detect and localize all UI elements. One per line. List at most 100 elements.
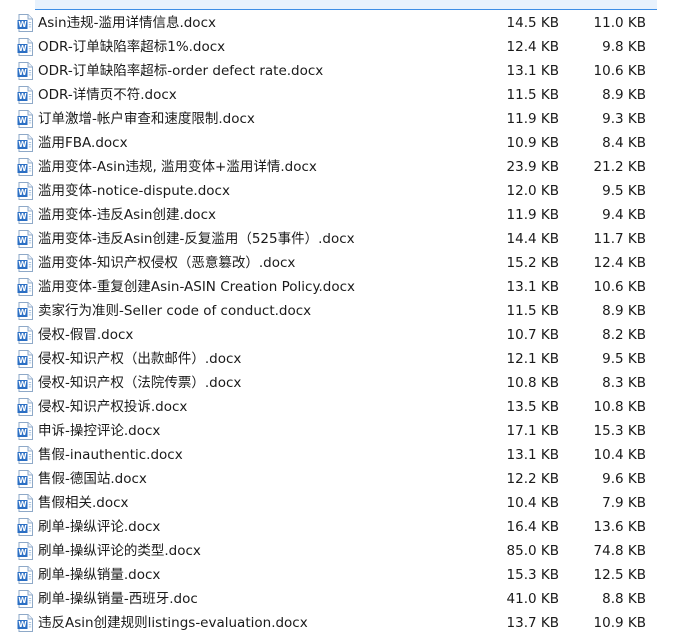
file-row[interactable]: W 侵权-知识产权（出款邮件）.docx 12.1 KB 9.5 KB	[0, 347, 682, 371]
svg-text:W: W	[18, 452, 27, 461]
file-row[interactable]: W 刷单-操纵评论.docx 16.4 KB 13.6 KB	[0, 515, 682, 539]
word-document-icon: W	[17, 494, 33, 512]
file-size: 15.2 KB	[506, 255, 559, 271]
svg-text:W: W	[18, 212, 27, 221]
compressed-size: 7.9 KB	[602, 495, 646, 511]
file-row[interactable]: W 滥用变体-知识产权侵权（恶意篡改）.docx 15.2 KB 12.4 KB	[0, 251, 682, 275]
word-document-icon: W	[17, 350, 33, 368]
word-document-icon: W	[17, 398, 33, 416]
file-size: 14.5 KB	[506, 15, 559, 31]
word-document-icon: W	[17, 110, 33, 128]
compressed-size: 9.5 KB	[602, 351, 646, 367]
compressed-size: 12.5 KB	[593, 567, 646, 583]
file-row[interactable]: W 售假-德国站.docx 12.2 KB 9.6 KB	[0, 467, 682, 491]
file-name: 刷单-操纵评论.docx	[38, 519, 161, 535]
compressed-size: 21.2 KB	[593, 159, 646, 175]
compressed-size: 11.0 KB	[593, 15, 646, 31]
compressed-size: 8.3 KB	[602, 375, 646, 391]
compressed-size: 10.9 KB	[593, 615, 646, 631]
file-row[interactable]: W 刷单-操纵销量-西班牙.doc 41.0 KB 8.8 KB	[0, 587, 682, 611]
file-size: 11.5 KB	[506, 303, 559, 319]
compressed-size: 9.6 KB	[602, 471, 646, 487]
file-row[interactable]: W 侵权-知识产权投诉.docx 13.5 KB 10.8 KB	[0, 395, 682, 419]
svg-text:W: W	[18, 44, 27, 53]
file-row[interactable]: W 违反Asin创建规则listings-evaluation.docx 13.…	[0, 611, 682, 635]
file-size: 13.1 KB	[506, 63, 559, 79]
file-row[interactable]: W 卖家行为准则-Seller code of conduct.docx 11.…	[0, 299, 682, 323]
file-size: 13.1 KB	[506, 447, 559, 463]
svg-text:W: W	[18, 284, 27, 293]
file-size: 13.1 KB	[506, 279, 559, 295]
file-name: 售假相关.docx	[38, 495, 129, 511]
file-size: 15.3 KB	[506, 567, 559, 583]
file-row[interactable]: W 滥用变体-违反Asin创建-反复滥用（525事件）.docx 14.4 KB…	[0, 227, 682, 251]
svg-text:W: W	[18, 260, 27, 269]
file-row[interactable]: W 侵权-假冒.docx 10.7 KB 8.2 KB	[0, 323, 682, 347]
svg-text:W: W	[18, 236, 27, 245]
file-row[interactable]: W 申诉-操控评论.docx 17.1 KB 15.3 KB	[0, 419, 682, 443]
file-size: 11.9 KB	[506, 111, 559, 127]
file-name: Asin违规-滥用详情信息.docx	[38, 15, 216, 31]
word-document-icon: W	[17, 446, 33, 464]
file-name: 侵权-知识产权（出款邮件）.docx	[38, 351, 242, 367]
word-document-icon: W	[17, 134, 33, 152]
file-name: 违反Asin创建规则listings-evaluation.docx	[38, 615, 308, 631]
file-row[interactable]: W 滥用变体-重复创建Asin-ASIN Creation Policy.doc…	[0, 275, 682, 299]
svg-text:W: W	[18, 476, 27, 485]
file-row[interactable]: W 侵权-知识产权（法院传票）.docx 10.8 KB 8.3 KB	[0, 371, 682, 395]
selected-row-edge	[35, 0, 657, 10]
file-list: W Asin违规-滥用详情信息.docx 14.5 KB 11.0 KB W O…	[0, 0, 682, 635]
file-row[interactable]: W 滥用FBA.docx 10.9 KB 8.4 KB	[0, 131, 682, 155]
compressed-size: 12.4 KB	[593, 255, 646, 271]
svg-text:W: W	[18, 380, 27, 389]
word-document-icon: W	[17, 302, 33, 320]
word-document-icon: W	[17, 62, 33, 80]
file-row[interactable]: W ODR-订单缺陷率超标1%.docx 12.4 KB 9.8 KB	[0, 35, 682, 59]
compressed-size: 74.8 KB	[593, 543, 646, 559]
word-document-icon: W	[17, 38, 33, 56]
file-size: 10.4 KB	[506, 495, 559, 511]
file-name: 滥用变体-违反Asin创建.docx	[38, 207, 216, 223]
word-document-icon: W	[17, 182, 33, 200]
word-document-icon: W	[17, 230, 33, 248]
compressed-size: 10.4 KB	[593, 447, 646, 463]
file-size: 12.4 KB	[506, 39, 559, 55]
file-size: 10.7 KB	[506, 327, 559, 343]
file-size: 10.9 KB	[506, 135, 559, 151]
file-name: 滥用变体-notice-dispute.docx	[38, 183, 230, 199]
svg-text:W: W	[18, 92, 27, 101]
file-size: 16.4 KB	[506, 519, 559, 535]
file-row[interactable]: W 滥用变体-notice-dispute.docx 12.0 KB 9.5 K…	[0, 179, 682, 203]
file-name: 侵权-知识产权（法院传票）.docx	[38, 375, 242, 391]
compressed-size: 8.2 KB	[602, 327, 646, 343]
word-document-icon: W	[17, 86, 33, 104]
file-row[interactable]: W 售假-inauthentic.docx 13.1 KB 10.4 KB	[0, 443, 682, 467]
file-row[interactable]: W 刷单-操纵销量.docx 15.3 KB 12.5 KB	[0, 563, 682, 587]
file-row[interactable]: W 滥用变体-Asin违规, 滥用变体+滥用详情.docx 23.9 KB 21…	[0, 155, 682, 179]
file-row[interactable]: W 订单激增-帐户审查和速度限制.docx 11.9 KB 9.3 KB	[0, 107, 682, 131]
file-name: 售假-德国站.docx	[38, 471, 147, 487]
svg-text:W: W	[18, 116, 27, 125]
compressed-size: 8.4 KB	[602, 135, 646, 151]
file-name: 滥用变体-Asin违规, 滥用变体+滥用详情.docx	[38, 159, 317, 175]
word-document-icon: W	[17, 14, 33, 32]
svg-text:W: W	[18, 308, 27, 317]
svg-text:W: W	[18, 404, 27, 413]
file-name: ODR-订单缺陷率超标1%.docx	[38, 39, 226, 55]
file-row[interactable]: W 刷单-操纵评论的类型.docx 85.0 KB 74.8 KB	[0, 539, 682, 563]
file-row[interactable]: W ODR-订单缺陷率超标-order defect rate.docx 13.…	[0, 59, 682, 83]
word-document-icon: W	[17, 542, 33, 560]
file-size: 12.1 KB	[506, 351, 559, 367]
file-row[interactable]: W Asin违规-滥用详情信息.docx 14.5 KB 11.0 KB	[0, 11, 682, 35]
word-document-icon: W	[17, 566, 33, 584]
file-size: 14.4 KB	[506, 231, 559, 247]
file-row[interactable]: W 售假相关.docx 10.4 KB 7.9 KB	[0, 491, 682, 515]
file-name: ODR-详情页不符.docx	[38, 87, 177, 103]
file-row[interactable]: W ODR-详情页不符.docx 11.5 KB 8.9 KB	[0, 83, 682, 107]
svg-text:W: W	[18, 188, 27, 197]
word-document-icon: W	[17, 470, 33, 488]
file-row[interactable]: W 滥用变体-违反Asin创建.docx 11.9 KB 9.4 KB	[0, 203, 682, 227]
file-size: 11.9 KB	[506, 207, 559, 223]
svg-text:W: W	[18, 140, 27, 149]
file-name: 刷单-操纵销量-西班牙.doc	[38, 591, 198, 607]
